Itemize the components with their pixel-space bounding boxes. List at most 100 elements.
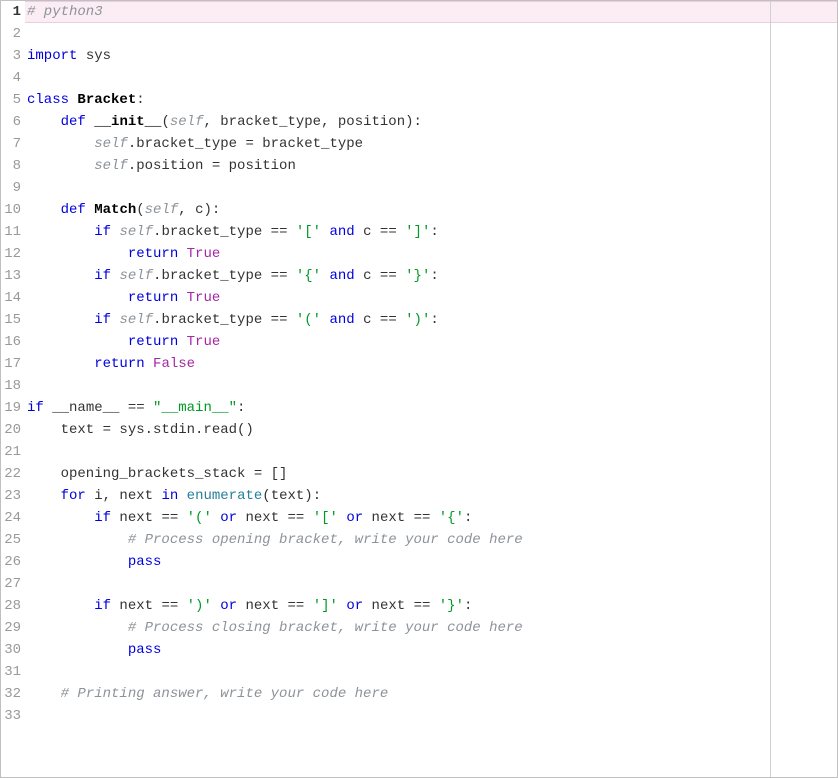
- code-line[interactable]: if self.bracket_type == '(' and c == ')'…: [25, 309, 837, 331]
- code-token: '}': [439, 598, 464, 614]
- code-token: def: [61, 114, 86, 130]
- code-line[interactable]: [25, 67, 837, 89]
- code-token: :: [430, 268, 438, 284]
- code-token: next ==: [111, 510, 187, 526]
- code-line[interactable]: return True: [25, 287, 837, 309]
- code-token: (text):: [262, 488, 321, 504]
- code-line[interactable]: [25, 573, 837, 595]
- code-token: self: [119, 268, 153, 284]
- code-line[interactable]: if __name__ == "__main__":: [25, 397, 837, 419]
- code-token: next ==: [237, 510, 313, 526]
- code-line[interactable]: [25, 705, 837, 727]
- code-token: self: [119, 224, 153, 240]
- code-line[interactable]: [25, 23, 837, 45]
- line-number: 2: [1, 23, 23, 45]
- code-token: (: [136, 202, 144, 218]
- code-token: or: [220, 510, 237, 526]
- code-line[interactable]: # Printing answer, write your code here: [25, 683, 837, 705]
- code-line[interactable]: self.bracket_type = bracket_type: [25, 133, 837, 155]
- code-token: next ==: [237, 598, 313, 614]
- code-token: return: [128, 290, 178, 306]
- code-token: [27, 356, 94, 372]
- code-token: if: [94, 510, 111, 526]
- code-line[interactable]: [25, 375, 837, 397]
- code-token: Bracket: [77, 92, 136, 108]
- code-line[interactable]: return True: [25, 243, 837, 265]
- code-token: self: [119, 312, 153, 328]
- print-margin-ruler: [770, 1, 771, 777]
- line-number: 28: [1, 595, 23, 617]
- code-area[interactable]: # python3 import sys class Bracket: def __…: [25, 1, 837, 777]
- line-number: 10: [1, 199, 23, 221]
- code-editor[interactable]: 1234567891011121314151617181920212223242…: [1, 1, 837, 777]
- code-line[interactable]: class Bracket:: [25, 89, 837, 111]
- code-token: [178, 246, 186, 262]
- code-line[interactable]: return True: [25, 331, 837, 353]
- code-token: self: [94, 158, 128, 174]
- code-token: or: [220, 598, 237, 614]
- code-token: # Process opening bracket, write your co…: [128, 532, 523, 548]
- code-token: def: [61, 202, 86, 218]
- code-line[interactable]: if self.bracket_type == '{' and c == '}'…: [25, 265, 837, 287]
- code-token: [27, 686, 61, 702]
- code-line[interactable]: text = sys.stdin.read(): [25, 419, 837, 441]
- code-token: [27, 642, 128, 658]
- code-line[interactable]: pass: [25, 639, 837, 661]
- code-token: [86, 114, 94, 130]
- code-line[interactable]: return False: [25, 353, 837, 375]
- line-number: 32: [1, 683, 23, 705]
- code-line[interactable]: import sys: [25, 45, 837, 67]
- code-token: '[': [313, 510, 338, 526]
- code-token: (: [161, 114, 169, 130]
- code-line[interactable]: [25, 441, 837, 463]
- code-line[interactable]: if self.bracket_type == '[' and c == ']'…: [25, 221, 837, 243]
- code-token: # Printing answer, write your code here: [61, 686, 389, 702]
- line-number: 5: [1, 89, 23, 111]
- code-token: "__main__": [153, 400, 237, 416]
- code-line[interactable]: if next == '(' or next == '[' or next ==…: [25, 507, 837, 529]
- code-token: [27, 268, 94, 284]
- code-line[interactable]: def __init__(self, bracket_type, positio…: [25, 111, 837, 133]
- code-line[interactable]: # python3: [25, 1, 837, 23]
- code-token: .bracket_type ==: [153, 224, 296, 240]
- line-number: 15: [1, 309, 23, 331]
- code-token: i, next: [86, 488, 162, 504]
- line-number: 9: [1, 177, 23, 199]
- code-token: # Process closing bracket, write your co…: [128, 620, 523, 636]
- code-line[interactable]: # Process closing bracket, write your co…: [25, 617, 837, 639]
- code-line[interactable]: pass: [25, 551, 837, 573]
- code-token: and: [330, 312, 355, 328]
- code-token: :: [237, 400, 245, 416]
- line-number: 13: [1, 265, 23, 287]
- code-line[interactable]: opening_brackets_stack = []: [25, 463, 837, 485]
- code-token: :: [136, 92, 144, 108]
- code-token: '{': [296, 268, 321, 284]
- code-token: [27, 114, 61, 130]
- code-token: '(': [296, 312, 321, 328]
- code-token: return: [128, 246, 178, 262]
- code-line[interactable]: [25, 661, 837, 683]
- code-line[interactable]: [25, 177, 837, 199]
- code-line[interactable]: for i, next in enumerate(text):: [25, 485, 837, 507]
- code-token: ']': [313, 598, 338, 614]
- code-token: [27, 532, 128, 548]
- code-line[interactable]: def Match(self, c):: [25, 199, 837, 221]
- line-number: 3: [1, 45, 23, 67]
- code-token: [178, 334, 186, 350]
- code-token: :: [430, 312, 438, 328]
- code-line[interactable]: if next == ')' or next == ']' or next ==…: [25, 595, 837, 617]
- line-number: 22: [1, 463, 23, 485]
- code-token: text = sys.stdin.read(): [27, 422, 254, 438]
- code-token: class: [27, 92, 69, 108]
- code-token: if: [94, 598, 111, 614]
- code-token: opening_brackets_stack = []: [27, 466, 287, 482]
- code-token: c ==: [355, 224, 405, 240]
- code-line[interactable]: # Process opening bracket, write your co…: [25, 529, 837, 551]
- code-token: '{': [439, 510, 464, 526]
- line-number: 8: [1, 155, 23, 177]
- code-line[interactable]: self.position = position: [25, 155, 837, 177]
- line-number: 16: [1, 331, 23, 353]
- code-token: '[': [296, 224, 321, 240]
- line-number: 27: [1, 573, 23, 595]
- code-token: Match: [94, 202, 136, 218]
